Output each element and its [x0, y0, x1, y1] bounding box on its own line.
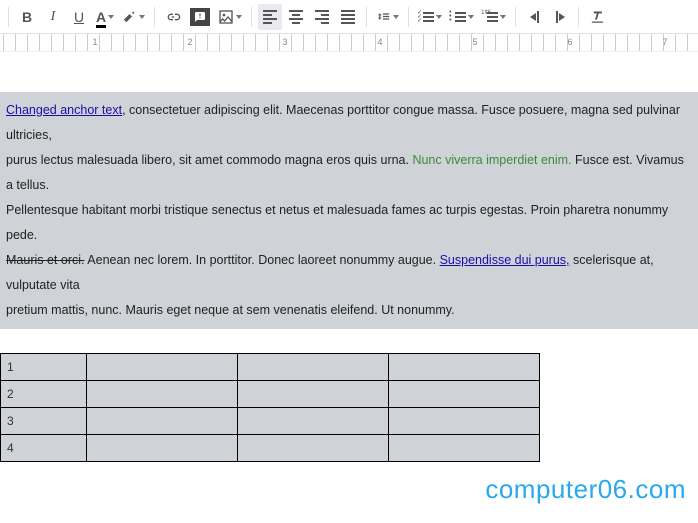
checklist-button[interactable]: [415, 4, 445, 30]
align-justify-button[interactable]: [336, 4, 360, 30]
watermark: computer06.com: [485, 474, 686, 505]
separator: [8, 7, 9, 27]
paragraph[interactable]: Mauris et orci. Aenean nec lorem. In por…: [0, 248, 698, 298]
paragraph[interactable]: purus lectus malesuada libero, sit amet …: [0, 148, 698, 198]
clear-format-icon: [590, 9, 605, 24]
selected-text-block[interactable]: Changed anchor text, consectetuer adipis…: [0, 92, 698, 329]
caret-icon: [436, 15, 442, 19]
table-cell[interactable]: 1: [1, 354, 87, 381]
align-center-icon: [289, 10, 303, 24]
paragraph[interactable]: Changed anchor text, consectetuer adipis…: [0, 98, 698, 148]
image-icon: [218, 9, 234, 25]
underline-button[interactable]: U: [67, 4, 91, 30]
table-cell[interactable]: [389, 435, 540, 462]
table-cell[interactable]: 3: [1, 408, 87, 435]
table-cell[interactable]: [238, 408, 389, 435]
separator: [578, 7, 579, 27]
italic-button[interactable]: I: [41, 4, 65, 30]
table-cell[interactable]: 2: [1, 381, 87, 408]
table-cell[interactable]: [389, 381, 540, 408]
table-cell[interactable]: [389, 354, 540, 381]
bold-glyph: B: [22, 9, 32, 25]
bulleted-list-button[interactable]: [447, 4, 477, 30]
clear-formatting-button[interactable]: [585, 4, 609, 30]
separator: [251, 7, 252, 27]
ruler-number: 6: [567, 37, 572, 47]
ruler-number: 4: [377, 37, 382, 47]
ruler-number: 5: [472, 37, 477, 47]
decrease-indent-button[interactable]: [522, 4, 546, 30]
strikethrough-text: Mauris et orci.: [6, 253, 85, 267]
text-color-button[interactable]: A: [93, 4, 117, 30]
caret-icon: [236, 15, 242, 19]
paragraph[interactable]: pretium mattis, nunc. Mauris eget neque …: [0, 298, 698, 323]
link-icon: [165, 9, 181, 25]
text-run: Pellentesque habitant morbi tristique se…: [6, 203, 668, 242]
table-cell[interactable]: [238, 381, 389, 408]
ruler-number: 3: [282, 37, 287, 47]
align-right-icon: [315, 10, 329, 24]
bullet-list-icon: [450, 12, 466, 22]
table-cell[interactable]: [389, 408, 540, 435]
text-run: purus lectus malesuada libero, sit amet …: [6, 153, 412, 167]
table-cell[interactable]: [238, 354, 389, 381]
ruler-number: 1: [92, 37, 97, 47]
text-color-glyph: A: [96, 9, 106, 25]
table-row[interactable]: 2: [1, 381, 540, 408]
table-row[interactable]: 3: [1, 408, 540, 435]
paragraph[interactable]: Pellentesque habitant morbi tristique se…: [0, 198, 698, 248]
insert-image-button[interactable]: [215, 4, 245, 30]
line-spacing-button[interactable]: [373, 4, 402, 30]
increase-indent-button[interactable]: [548, 4, 572, 30]
hyperlink[interactable]: Changed anchor text: [6, 103, 122, 117]
separator: [366, 7, 367, 27]
caret-icon: [468, 15, 474, 19]
table-cell[interactable]: [87, 381, 238, 408]
caret-icon: [139, 15, 145, 19]
underline-glyph: U: [74, 9, 84, 25]
table-cell[interactable]: 4: [1, 435, 87, 462]
numbered-list-button[interactable]: [479, 4, 509, 30]
text-run: pretium mattis, nunc. Mauris eget neque …: [6, 303, 455, 317]
highlight-icon: [122, 9, 137, 24]
insert-comment-button[interactable]: [187, 4, 213, 30]
separator: [408, 7, 409, 27]
table-cell[interactable]: [238, 435, 389, 462]
increase-indent-icon: [556, 11, 565, 23]
align-justify-icon: [341, 10, 355, 24]
comment-icon: [190, 8, 210, 26]
bold-button[interactable]: B: [15, 4, 39, 30]
table-row[interactable]: 1: [1, 354, 540, 381]
line-spacing-icon: [376, 9, 391, 24]
ruler-ticks: [0, 34, 698, 51]
align-left-icon: [263, 10, 277, 24]
ruler[interactable]: 1 2 3 4 5 6 7: [0, 34, 698, 52]
separator: [515, 7, 516, 27]
align-center-button[interactable]: [284, 4, 308, 30]
decrease-indent-icon: [530, 11, 539, 23]
checklist-icon: [418, 12, 434, 22]
hyperlink[interactable]: Suspendisse dui purus,: [440, 253, 570, 267]
numbered-list-icon: [482, 12, 498, 22]
ruler-number: 2: [187, 37, 192, 47]
table-cell[interactable]: [87, 408, 238, 435]
italic-glyph: I: [51, 9, 56, 25]
align-right-button[interactable]: [310, 4, 334, 30]
highlight-button[interactable]: [119, 4, 148, 30]
colored-text: Nunc viverra imperdiet enim.: [412, 153, 571, 167]
table-cell[interactable]: [87, 354, 238, 381]
caret-icon: [108, 15, 114, 19]
table-row[interactable]: 4: [1, 435, 540, 462]
text-run: Aenean nec lorem. In porttitor. Donec la…: [85, 253, 440, 267]
insert-link-button[interactable]: [161, 4, 185, 30]
caret-icon: [500, 15, 506, 19]
table-cell[interactable]: [87, 435, 238, 462]
caret-icon: [393, 15, 399, 19]
document-table[interactable]: 1 2 3 4: [0, 353, 540, 462]
formatting-toolbar: B I U A: [0, 0, 698, 34]
separator: [154, 7, 155, 27]
ruler-number: 7: [662, 37, 667, 47]
document-canvas[interactable]: Changed anchor text, consectetuer adipis…: [0, 52, 698, 462]
align-left-button[interactable]: [258, 4, 282, 30]
